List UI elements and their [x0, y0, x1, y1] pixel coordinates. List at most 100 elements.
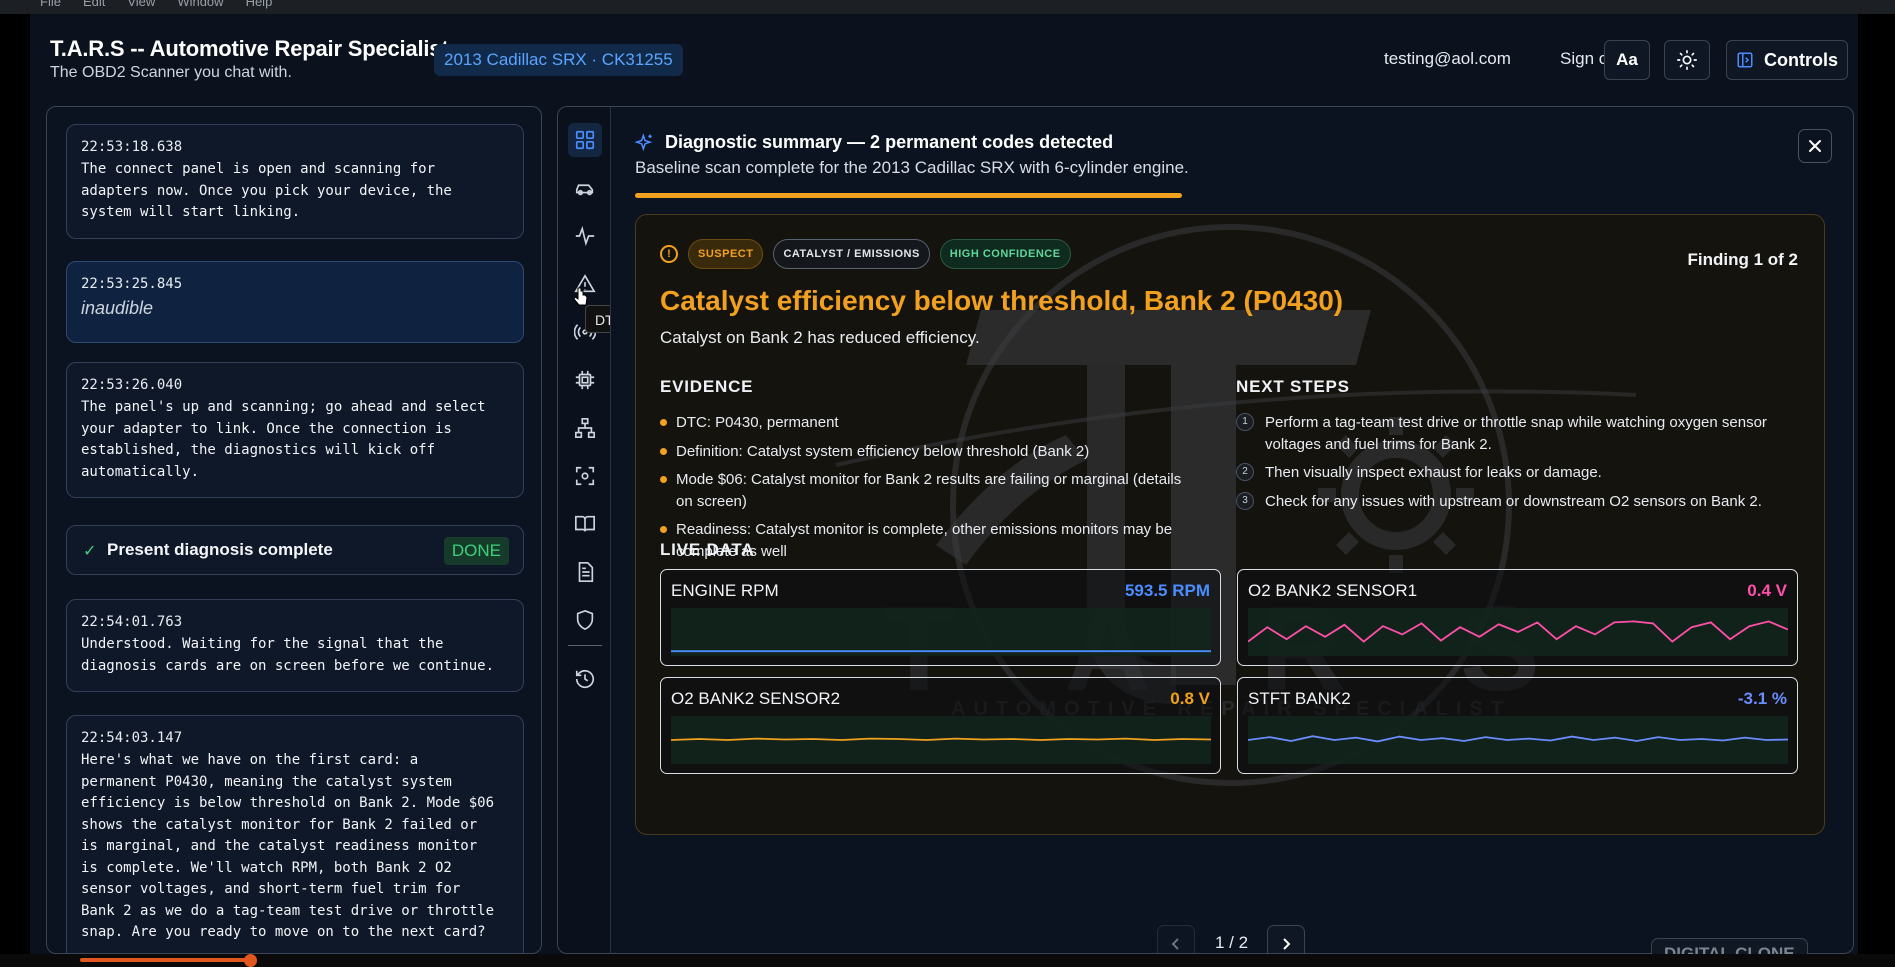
tag-suspect: SUSPECT — [688, 239, 764, 269]
live-tile-value: 593.5 RPM — [1124, 581, 1210, 600]
finding-card: T A R S AUTOMOTIVE REPAIR SPECIALIST ! S… — [635, 214, 1825, 835]
alert-circle-icon: ! — [660, 245, 678, 263]
step-text: Check for any issues with upstream or do… — [1265, 492, 1762, 510]
message-text: inaudible — [81, 298, 154, 318]
check-icon: ✓ — [83, 543, 97, 560]
book-icon — [575, 515, 595, 532]
chevron-left-icon — [1171, 938, 1179, 950]
transcript-message: 22:53:26.040 The panel's up and scanning… — [66, 362, 524, 498]
live-data-heading: LIVE DATA — [660, 540, 755, 559]
sparkline — [1248, 716, 1788, 764]
step-number: 2 — [1236, 463, 1254, 481]
document-icon — [578, 562, 594, 582]
controls-label: Controls — [1764, 49, 1838, 70]
finding-title: Catalyst efficiency below threshold, Ban… — [660, 285, 1344, 316]
message-timestamp: 22:53:18.638 — [81, 139, 183, 155]
sparkle-icon — [635, 132, 653, 151]
message-text: The connect panel is open and scanning f… — [81, 161, 452, 220]
timeline-scrubber[interactable] — [244, 954, 257, 967]
tool-rail — [557, 106, 611, 954]
rail-manual[interactable] — [568, 507, 602, 541]
menu-window[interactable]: Window — [177, 0, 223, 9]
finding-subtitle: Catalyst on Bank 2 has reduced efficienc… — [660, 328, 980, 347]
shield-icon — [576, 609, 594, 631]
sparkline — [671, 716, 1211, 764]
car-icon — [575, 184, 594, 196]
live-tile-name: O2 BANK2 SENSOR1 — [1248, 581, 1418, 600]
right-letterbox — [1858, 14, 1895, 954]
diagnostic-title: Diagnostic summary — 2 permanent codes d… — [635, 132, 1113, 153]
pulse-icon — [575, 225, 595, 247]
menu-edit[interactable]: Edit — [83, 0, 105, 9]
evidence-item: Definition: Catalyst system efficiency b… — [660, 441, 1220, 463]
message-timestamp: 22:54:01.763 — [81, 614, 183, 630]
transcript-message-user: 22:53:25.845 inaudible — [66, 261, 524, 343]
live-tile-stft-b2: STFT BANK2 -3.1 % — [1237, 677, 1798, 774]
network-icon — [575, 418, 595, 438]
transcript-panel[interactable]: 22:53:18.638 The connect panel is open a… — [46, 106, 542, 954]
transcript-message: 22:53:18.638 The connect panel is open a… — [66, 124, 524, 239]
menu-help[interactable]: Help — [246, 0, 273, 9]
next-finding-button[interactable] — [1267, 925, 1305, 953]
sparkline-background — [671, 608, 1211, 656]
history-icon — [575, 670, 595, 689]
live-tile-value: 0.4 V — [1747, 581, 1787, 600]
panel-toggle-icon — [1737, 52, 1753, 68]
evidence-heading: EVIDENCE — [660, 377, 754, 396]
app-header: T.A.R.S -- Automotive Repair Specialist … — [30, 14, 1858, 106]
chevron-right-icon — [1283, 938, 1291, 950]
next-steps-heading: NEXT STEPS — [1236, 377, 1350, 396]
live-tile-o2-b2s1: O2 BANK2 SENSOR1 0.4 V — [1237, 569, 1798, 666]
transcript-message: 22:54:03.147 Here's what we have on the … — [66, 715, 524, 953]
close-icon — [1809, 140, 1821, 152]
close-button[interactable] — [1798, 129, 1832, 163]
transcript-message: 22:54:01.763 Understood. Waiting for the… — [66, 599, 524, 692]
brand-title: T.A.R.S -- Automotive Repair Specialist — [50, 36, 449, 61]
left-letterbox — [0, 14, 30, 954]
step-text: Perform a tag-team test drive or throttl… — [1265, 414, 1767, 453]
live-tile-o2-b2s2: O2 BANK2 SENSOR2 0.8 V — [660, 677, 1221, 774]
menu-view[interactable]: View — [127, 0, 155, 9]
rail-network[interactable] — [568, 411, 602, 445]
rail-live-data[interactable] — [568, 219, 602, 253]
live-tile-name: O2 BANK2 SENSOR2 — [671, 689, 841, 708]
live-tile-name: STFT BANK2 — [1248, 689, 1351, 708]
rail-history[interactable] — [568, 662, 602, 696]
chip-icon — [575, 370, 595, 390]
step-text: Then visually inspect exhaust for leaks … — [1265, 464, 1602, 481]
rail-scan[interactable] — [568, 459, 602, 493]
rail-vehicle[interactable] — [568, 171, 602, 205]
tag-confidence: HIGH CONFIDENCE — [939, 239, 1071, 269]
diagnostic-title-text: Diagnostic summary — 2 permanent codes d… — [665, 132, 1114, 152]
message-text: Here's what we have on the first card: a… — [81, 752, 495, 940]
rail-report[interactable] — [568, 555, 602, 589]
message-text: Understood. Waiting for the signal that … — [81, 636, 495, 674]
status-label: Present diagnosis complete — [107, 540, 333, 559]
rail-modules[interactable] — [568, 363, 602, 397]
font-size-button[interactable]: Aa — [1604, 40, 1650, 80]
status-badge: DONE — [443, 537, 509, 565]
sparkline — [671, 608, 1211, 656]
status-row: ✓ Present diagnosis complete DONE — [66, 525, 524, 575]
dashboard-icon — [575, 130, 595, 150]
brand-subtitle: The OBD2 Scanner you chat with. — [50, 64, 292, 81]
rail-dashboard[interactable] — [568, 123, 602, 157]
next-steps-list: 1 Perform a tag-team test drive or thrott… — [1236, 412, 1796, 519]
rail-security[interactable] — [568, 603, 602, 637]
mouse-cursor-icon — [574, 287, 588, 306]
page-indicator: 1 / 2 — [1215, 933, 1249, 952]
next-step-item: 1 Perform a tag-team test drive or thrott… — [1236, 412, 1796, 455]
theme-toggle-button[interactable] — [1664, 40, 1710, 80]
message-text: The panel's up and scanning; go ahead an… — [81, 399, 486, 480]
evidence-item: DTC: P0430, permanent — [660, 412, 1220, 434]
previous-finding-button[interactable] — [1157, 925, 1195, 953]
next-step-item: 2 Then visually inspect exhaust for leaks… — [1236, 462, 1796, 484]
message-timestamp: 22:54:03.147 — [81, 730, 183, 746]
live-tile-value: 0.8 V — [1170, 689, 1210, 708]
os-menu: File Edit View Window Help — [40, 0, 272, 9]
controls-button[interactable]: Controls — [1726, 40, 1848, 80]
media-timeline[interactable] — [0, 954, 1895, 967]
vehicle-badge[interactable]: 2013 Cadillac SRX · CK31255 — [434, 44, 683, 76]
step-number: 1 — [1236, 413, 1254, 431]
menu-file[interactable]: File — [40, 0, 61, 9]
